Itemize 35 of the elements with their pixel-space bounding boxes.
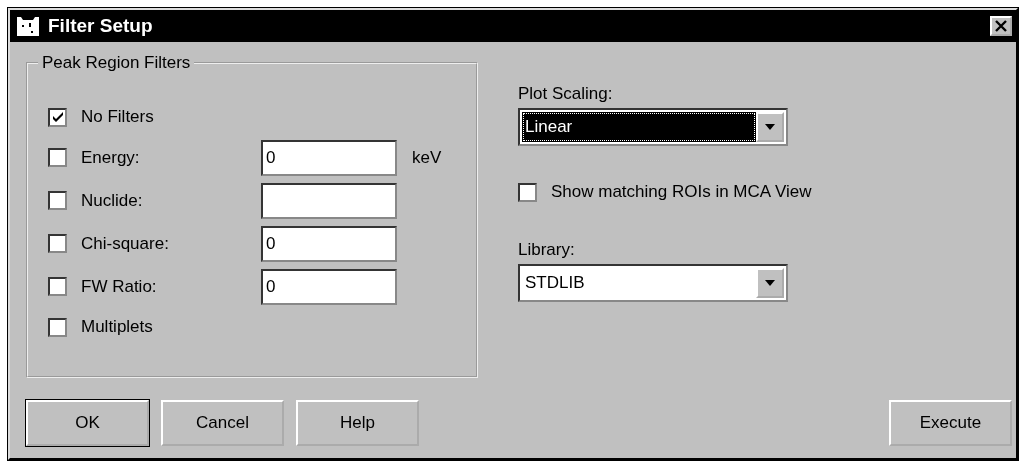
checkbox-label: Show matching ROIs in MCA View <box>551 182 812 202</box>
close-icon <box>994 20 1008 32</box>
dialog-button[interactable]: Help <box>296 400 419 446</box>
input-field[interactable] <box>261 182 397 219</box>
checkbox-label: Chi-square: <box>81 233 170 254</box>
checkbox[interactable] <box>518 182 537 202</box>
app-icon <box>16 15 40 37</box>
execute-button[interactable]: Execute <box>889 400 1012 446</box>
input-field[interactable]: 0 <box>261 139 397 176</box>
checkbox-label: FW Ratio: <box>81 276 158 297</box>
close-button[interactable] <box>990 16 1012 36</box>
checkbox[interactable] <box>48 234 67 253</box>
checkbox[interactable] <box>48 317 67 337</box>
checkbox-label: Energy: <box>81 147 141 168</box>
dropdown-arrow-icon <box>764 123 776 131</box>
field-label: Plot Scaling: <box>518 84 614 105</box>
window-title: Filter Setup <box>48 15 153 37</box>
unit-label: keV <box>412 147 442 168</box>
check-icon <box>50 110 65 124</box>
checkbox[interactable] <box>48 191 67 210</box>
checkbox[interactable] <box>48 277 67 296</box>
dropdown[interactable]: Linear <box>518 108 788 146</box>
checkbox-label: Nuclide: <box>81 190 144 211</box>
input-field[interactable]: 0 <box>261 268 397 305</box>
dialog-button[interactable]: OK <box>26 400 149 446</box>
checkbox-label: No Filters <box>81 107 155 127</box>
input-field[interactable]: 0 <box>261 225 397 262</box>
group-title: Peak Region Filters <box>38 53 195 73</box>
field-label: Library: <box>518 240 576 261</box>
dropdown-arrow-icon <box>764 279 776 287</box>
dropdown[interactable]: STDLIB <box>518 264 788 302</box>
checkbox[interactable] <box>48 107 67 127</box>
dialog-button[interactable]: Cancel <box>161 400 284 446</box>
checkbox-label: Multiplets <box>81 317 154 337</box>
checkbox[interactable] <box>48 148 67 167</box>
